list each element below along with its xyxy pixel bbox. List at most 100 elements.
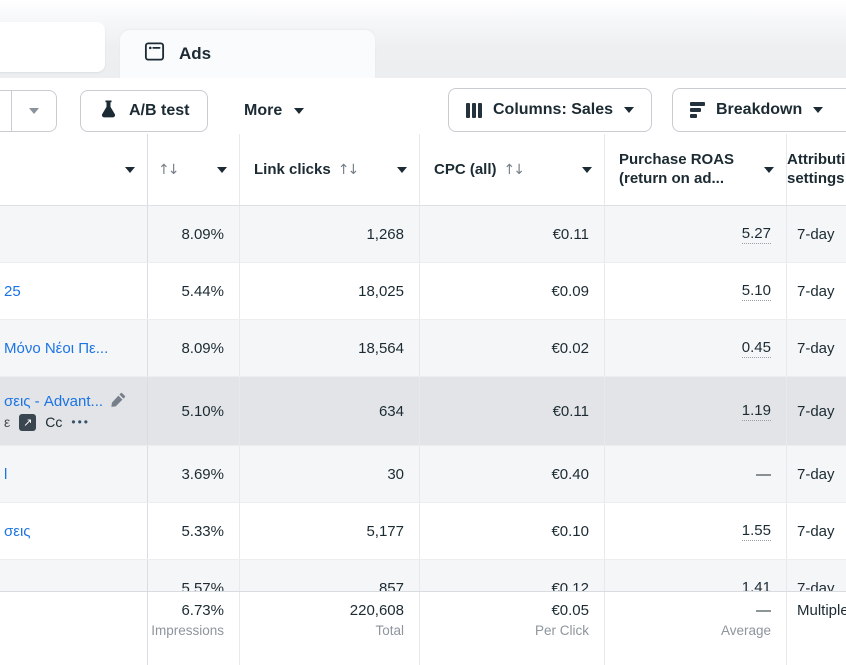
summary-cpc-label: Per Click: [535, 622, 589, 640]
link-clicks-cell: 18,564: [240, 320, 420, 376]
roas-value: 1.19: [742, 402, 771, 421]
summary-attr-value: Multiple: [797, 600, 846, 622]
chevron-down-icon: [624, 107, 634, 113]
ab-test-label: A/B test: [129, 102, 189, 120]
ad-name-link[interactable]: l: [4, 466, 7, 483]
breakdown-icon: [690, 102, 705, 118]
table-row[interactable]: 8.09%1,268€0.115.277-day: [0, 206, 846, 263]
row-quick-actions: ε↗Cc•••: [4, 414, 90, 431]
ads-tab-icon: [143, 40, 166, 68]
roas-value: 1.55: [742, 522, 771, 541]
ads-tab-label: Ads: [179, 44, 211, 64]
summary-ctr-label: Per Impressions: [148, 622, 224, 640]
table-row[interactable]: 255.44%18,025€0.095.107-day: [0, 263, 846, 320]
tab-band: Ads: [0, 0, 846, 78]
table-row[interactable]: σεις5.33%5,177€0.101.557-day: [0, 503, 846, 560]
columns-button[interactable]: Columns: Sales: [448, 88, 652, 132]
tab-ad-sets-partial[interactable]: [0, 22, 105, 72]
header-attribution-setting[interactable]: Attribution settings: [787, 134, 846, 205]
more-options-icon[interactable]: •••: [71, 415, 90, 429]
roas-cell: 1.19: [605, 377, 787, 445]
attribution-cell: 7-day: [787, 503, 846, 559]
ad-name-line: Μόνο Νέοι Πε...: [4, 340, 108, 357]
more-button[interactable]: More: [238, 90, 310, 132]
summary-clicks-cell: 220,608 Total: [240, 592, 420, 665]
toolbar: A/B test More Columns: Sales Breakdown: [0, 78, 846, 134]
ad-name-cell: σεις - Advant...ε↗Cc•••: [0, 377, 148, 445]
roas-cell: 5.10: [605, 263, 787, 319]
cpc-cell: €0.09: [420, 263, 605, 319]
roas-value: 5.27: [742, 225, 771, 244]
columns-label: Columns: Sales: [493, 101, 613, 119]
summary-ctr-value: 6.73%: [181, 600, 224, 622]
ab-test-button[interactable]: A/B test: [80, 90, 208, 132]
attribution-cell: 7-day: [787, 263, 846, 319]
summary-clicks-value: 220,608: [350, 600, 404, 622]
cpc-cell: €0.11: [420, 377, 605, 445]
attribution-cell: 7-day: [787, 206, 846, 262]
link-clicks-cell: 634: [240, 377, 420, 445]
header-link-clicks[interactable]: Link clicks ↑↓: [240, 134, 420, 205]
ads-manager-screen: Ads A/B test More Columns: Sales: [0, 0, 846, 665]
summary-row: 6.73% Per Impressions 220,608 Total €0.0…: [0, 591, 846, 665]
breakdown-label: Breakdown: [716, 101, 802, 119]
summary-cpc-value: €0.05: [551, 600, 589, 622]
summary-roas-value: —: [756, 600, 771, 622]
summary-roas-label: Average: [721, 622, 771, 640]
summary-roas-cell: — Average: [605, 592, 787, 665]
table-row[interactable]: l3.69%30€0.40—7-day: [0, 446, 846, 503]
summary-attr-cell: Multiple: [787, 592, 846, 665]
cc-label[interactable]: Cc: [45, 414, 62, 430]
view-charts-icon[interactable]: ↗: [19, 414, 36, 431]
flask-icon: [99, 99, 118, 124]
cpc-cell: €0.02: [420, 320, 605, 376]
ad-name-link[interactable]: 25: [4, 283, 21, 300]
edit-pencil-icon[interactable]: [111, 392, 126, 411]
link-clicks-cell: 5,177: [240, 503, 420, 559]
table-row[interactable]: σεις - Advant...ε↗Cc•••5.10%634€0.111.19…: [0, 377, 846, 446]
roas-value: —: [756, 466, 771, 483]
header-purchase-roas[interactable]: Purchase ROAS (return on ad...: [605, 134, 787, 205]
attribution-cell: 7-day: [787, 446, 846, 502]
breakdown-button[interactable]: Breakdown: [672, 88, 846, 132]
chevron-down-icon: [813, 107, 823, 113]
ctr-cell: 5.44%: [148, 263, 240, 319]
roas-value: 5.10: [742, 282, 771, 301]
attribution-cell: 7-day: [787, 320, 846, 376]
cpc-cell: €0.10: [420, 503, 605, 559]
ad-name-cell: [0, 206, 148, 262]
ad-name-link[interactable]: Μόνο Νέοι Πε...: [4, 340, 108, 357]
ad-name-link[interactable]: σεις - Advant...: [4, 393, 103, 410]
edit-split-button[interactable]: [0, 90, 57, 132]
roas-cell: 0.45: [605, 320, 787, 376]
ad-name-cell: l: [0, 446, 148, 502]
ad-name-line: l: [4, 466, 7, 483]
split-button-caret-zone[interactable]: [11, 91, 57, 131]
ctr-cell: 5.10%: [148, 377, 240, 445]
roas-cell: 1.55: [605, 503, 787, 559]
sort-icon: ↑↓: [158, 162, 177, 178]
header-cpc[interactable]: CPC (all) ↑↓: [420, 134, 605, 205]
filter-caret-icon[interactable]: [125, 167, 147, 173]
ctr-cell: 3.69%: [148, 446, 240, 502]
header-ad-name[interactable]: [0, 134, 148, 205]
table-row[interactable]: Μόνο Νέοι Πε...8.09%18,564€0.020.457-day: [0, 320, 846, 377]
ad-name-link[interactable]: σεις: [4, 523, 31, 540]
tab-ads[interactable]: Ads: [120, 30, 375, 78]
summary-cpc-cell: €0.05 Per Click: [420, 592, 605, 665]
sort-icon: ↑↓: [338, 162, 357, 178]
ad-name-line: 25: [4, 283, 21, 300]
roas-label-line1: Purchase ROAS: [619, 151, 734, 170]
attr-label-line1: Attribution: [787, 151, 846, 170]
filter-caret-icon[interactable]: [217, 167, 239, 173]
roas-value: 0.45: [742, 339, 771, 358]
ad-name-line: σεις: [4, 523, 31, 540]
filter-caret-icon[interactable]: [764, 167, 786, 173]
link-clicks-cell: 1,268: [240, 206, 420, 262]
filter-caret-icon[interactable]: [397, 167, 419, 173]
summary-name-cell: [0, 592, 148, 665]
cpc-label: CPC (all): [434, 161, 497, 178]
filter-caret-icon[interactable]: [582, 167, 604, 173]
header-ctr[interactable]: ↑↓: [148, 134, 240, 205]
roas-cell: 5.27: [605, 206, 787, 262]
